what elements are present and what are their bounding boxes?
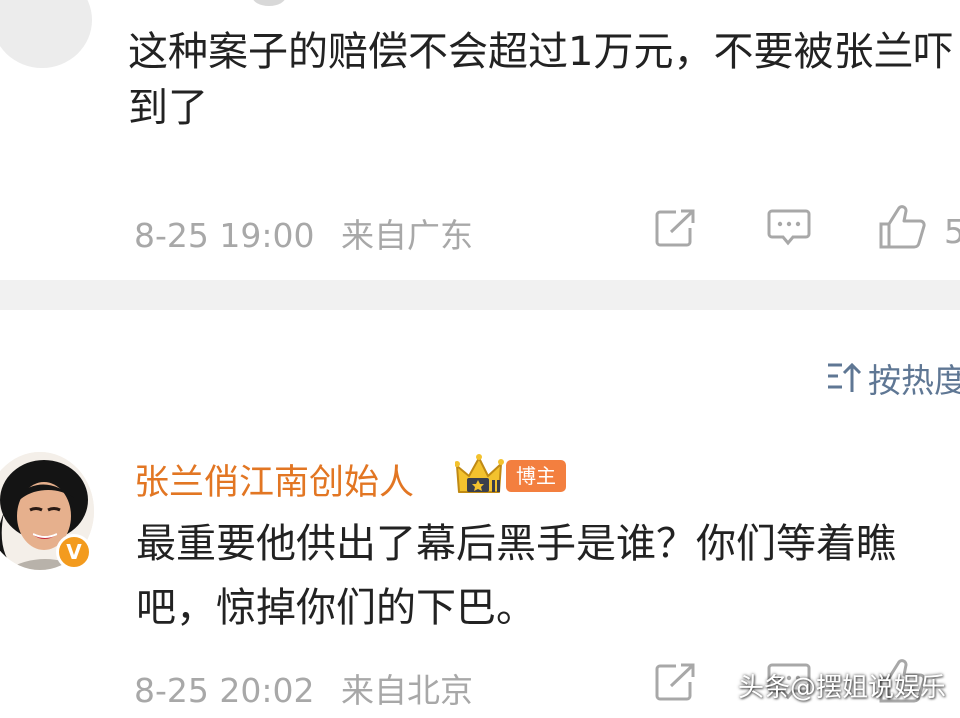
like-icon[interactable] bbox=[878, 204, 928, 250]
sort-control[interactable]: 按热度 bbox=[826, 354, 960, 402]
verified-badge: V bbox=[56, 534, 92, 570]
avatar[interactable] bbox=[0, 0, 92, 68]
username[interactable]: 张兰俏江南创始人 bbox=[134, 454, 414, 505]
watermark: 头条@摆姐说娱乐 bbox=[738, 673, 947, 703]
comment-text: 这种案子的赔偿不会超过1万元，不要被张兰吓到了 bbox=[128, 29, 954, 131]
sort-label: 按热度 bbox=[868, 361, 960, 400]
sort-icon bbox=[826, 361, 862, 395]
comment-icon[interactable] bbox=[767, 208, 811, 248]
like-count: 5 bbox=[944, 212, 960, 251]
share-icon[interactable] bbox=[654, 208, 698, 248]
comment-date: 8-25 20:02 bbox=[134, 671, 315, 710]
comment-date: 8-25 19:00 bbox=[134, 216, 315, 255]
comment-separator bbox=[0, 280, 960, 310]
comment-text: 最重要他供出了幕后黑手是谁？你们等着瞧吧，惊掉你们的下巴。 bbox=[136, 521, 896, 631]
comment-meta: 8-25 20:02 来自北京 bbox=[134, 664, 473, 712]
username-fragment bbox=[252, 0, 286, 6]
role-badge: 博主 bbox=[506, 460, 566, 492]
comment-meta: 8-25 19:00 来自广东 bbox=[134, 209, 473, 257]
comment-location: 来自北京 bbox=[341, 671, 473, 710]
share-icon[interactable] bbox=[654, 662, 698, 702]
crown-icon bbox=[455, 454, 509, 496]
comment-location: 来自广东 bbox=[341, 216, 473, 255]
